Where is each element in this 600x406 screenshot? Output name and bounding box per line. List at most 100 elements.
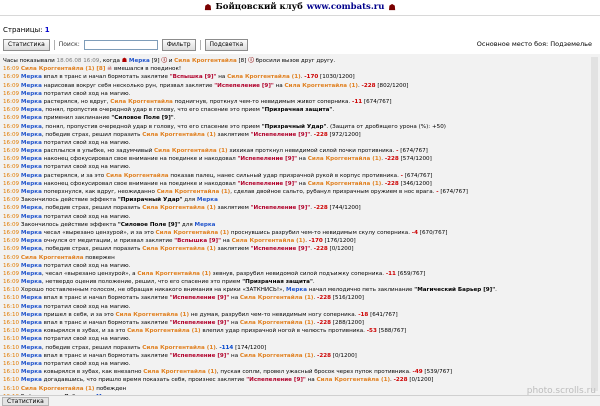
stats-button[interactable]: Статистика: [3, 38, 50, 51]
log-time: 16:09: [3, 172, 20, 179]
info-icon[interactable]: ⓘ: [248, 58, 254, 64]
log-time: 16:09: [3, 279, 20, 286]
player-sila[interactable]: Сила Кроггентайла: [174, 58, 237, 64]
clan-icon: ☗: [121, 57, 128, 64]
log-time: 16:09: [3, 180, 20, 187]
log-time: 16:10: [3, 303, 20, 310]
log-message: Мерка, победив страх, решил поразить Сил…: [20, 344, 267, 351]
log-message: Мерка растерялся, но вдруг, Сила Крогген…: [20, 98, 392, 105]
log-line: 16:09 Сила Кроггентайла повержен: [3, 254, 588, 262]
log-time: 16:09: [3, 98, 20, 105]
log-line: 16:09 Закончилось действие эффекта "Приз…: [3, 196, 588, 204]
log-line: 16:09 Мерка потратил свой ход на магию.: [3, 139, 588, 147]
log-time: 16:09: [3, 221, 20, 228]
log-time: 16:09: [3, 156, 20, 163]
log-line: 16:10 Мерка, победив страх, решил порази…: [3, 344, 588, 352]
log-message: Мерка впал в транс и начал бормотать зак…: [20, 74, 355, 81]
log-message: Мерка поперхнулся, как вдруг, неожиданно…: [20, 189, 468, 195]
highlight-button[interactable]: Подсветка: [204, 38, 249, 51]
log-message: Сила Кроггентайла (1) [8] ☠ вмешался в п…: [20, 66, 182, 73]
log-line: 16:09 Мерка, понял, пропустив очередной …: [3, 123, 588, 131]
log-time: 16:10: [3, 311, 20, 318]
log-time: 16:10: [3, 385, 20, 392]
filter-button[interactable]: Фильтр: [161, 38, 196, 51]
log-time: 16:10: [3, 352, 20, 359]
site-link[interactable]: www.combats.ru: [307, 2, 385, 12]
log-time: 16:09: [3, 90, 20, 97]
log-time: 16:09: [3, 139, 20, 146]
log-message: Мерка, победив страх, решил поразить Сил…: [20, 131, 361, 138]
bottom-bar: Статистика: [0, 395, 600, 406]
log-time: 16:10: [3, 328, 20, 335]
log-line: 16:09 Мерка потратил свой ход на магию.: [3, 90, 588, 98]
log-message: Мерка, понял, пропустив очередной удар в…: [20, 123, 446, 130]
log-time: 16:10: [3, 360, 20, 367]
log-message: Мерка потратил свой ход на магию.: [20, 360, 131, 367]
log-time: 16:09: [3, 123, 20, 130]
log-time: 16:09: [3, 107, 20, 114]
log-message: Мерка потратил свой ход на магию.: [20, 139, 131, 146]
title-divider: [0, 15, 600, 16]
log-time: 16:09: [3, 238, 20, 245]
player-merka[interactable]: Мерка: [129, 58, 150, 64]
battle-log: Часы показывали 18.06.08 16:09, когда ☗ …: [0, 54, 600, 400]
vertical-scrollbar[interactable]: [591, 57, 598, 391]
log-message: Мерка, победив страх, решил поразить Сил…: [20, 205, 361, 212]
log-message: Закончилось действие эффекта "Призрачный…: [19, 197, 218, 204]
log-message: Мерка потратил свой ход на магию.: [20, 213, 131, 220]
log-line: 16:09 Мерка расплылся в улыбке, но задум…: [3, 147, 588, 155]
log-intro: Часы показывали 18.06.08 16:09, когда ☗ …: [3, 57, 336, 64]
log-message: Мерка ковырялся в зубах, как внезапно Си…: [20, 369, 453, 376]
log-line: 16:09 Мерка поперхнулся, как вдруг, неож…: [3, 188, 588, 196]
search-input[interactable]: [83, 39, 158, 50]
log-line: 16:10 Мерка потратил свой ход на магию.: [3, 335, 588, 343]
log-message: Мерка, чесал «вырезано цензурой», а Сила…: [20, 270, 426, 277]
log-message: Сила Кроггентайла (1) побежден: [20, 385, 127, 392]
log-message: Мерка потратил свой ход на магию.: [20, 303, 131, 310]
log-message: Мерка потратил свой ход на магию.: [20, 262, 131, 269]
log-time: 16:09: [3, 229, 20, 236]
log-time: 16:09: [3, 205, 20, 212]
log-time: 16:09: [3, 148, 20, 155]
toolbar-divider: [199, 39, 201, 50]
pagination: Страницы: 1: [3, 26, 50, 34]
log-line: 16:09 Мерка потратил свой ход на магию.: [3, 262, 588, 270]
log-line: 16:09 Мерка потратил свой ход на магию.: [3, 163, 588, 171]
clan-flag-icon: ☗: [204, 2, 212, 12]
log-message: Мерка очнулся от медитации, и призвал за…: [20, 238, 356, 245]
log-message: Мерка потратил свой ход на магию.: [20, 90, 131, 97]
log-message: Мерка потратил свой ход на магию.: [20, 336, 131, 343]
page-link-1[interactable]: 1: [45, 26, 50, 34]
toolbar-divider: [53, 39, 55, 50]
log-line: 16:10 Хорошо поставленным голосом, не об…: [3, 286, 588, 294]
log-line: 16:09 Мерка наконец сфокусировал свое вн…: [3, 155, 588, 163]
log-line: 16:09 Мерка, понял, пропустив очередной …: [3, 106, 588, 114]
log-line: 16:10 Мерка впал в транс и начал бормота…: [3, 352, 588, 360]
log-time: 16:10: [3, 377, 20, 384]
log-line: 16:09 Мерка, победив страх, решил порази…: [3, 131, 588, 139]
log-line: 16:09 Мерка очнулся от медитации, и приз…: [3, 237, 588, 245]
log-time: 16:09: [3, 262, 20, 269]
log-message: Мерка впал в транс и начал бормотать зак…: [20, 352, 357, 359]
log-line: 16:10 Мерка потратил свой ход на магию.: [3, 303, 588, 311]
log-message: Сила Кроггентайла повержен: [20, 254, 115, 261]
log-time: 16:09: [3, 197, 20, 204]
log-line: 16:09 Мерка наконец сфокусировал свое вн…: [3, 180, 588, 188]
info-icon[interactable]: ⓘ: [161, 58, 167, 64]
search-label: Поиск:: [58, 41, 80, 48]
log-line: 16:09 Мерка, победив страх, решил порази…: [3, 245, 588, 253]
log-line: 16:09 Мерка растерялся, и за это Сила Кр…: [3, 172, 588, 180]
log-time: 16:09: [3, 164, 20, 171]
log-message: Мерка нарисовав вокруг себя несколько ру…: [20, 82, 409, 89]
log-time: 16:10: [3, 336, 20, 343]
log-line: 16:09 Мерка впал в транс и начал бормота…: [3, 73, 588, 81]
stats-button-bottom[interactable]: Статистика: [2, 396, 49, 406]
log-time: 16:09: [3, 189, 20, 195]
watermark: photo.scrolls.ru: [526, 386, 596, 396]
log-line: 16:10 Мерка догадавшись, что пришло врем…: [3, 376, 588, 384]
log-message: Закончилось действие эффекта "Силовое По…: [19, 221, 216, 228]
log-time: 16:10: [3, 287, 20, 294]
log-line: 16:10 Мерка потратил свой ход на магию.: [3, 360, 588, 368]
log-time: 16:09: [3, 270, 20, 277]
log-time: 16:09: [3, 213, 20, 220]
